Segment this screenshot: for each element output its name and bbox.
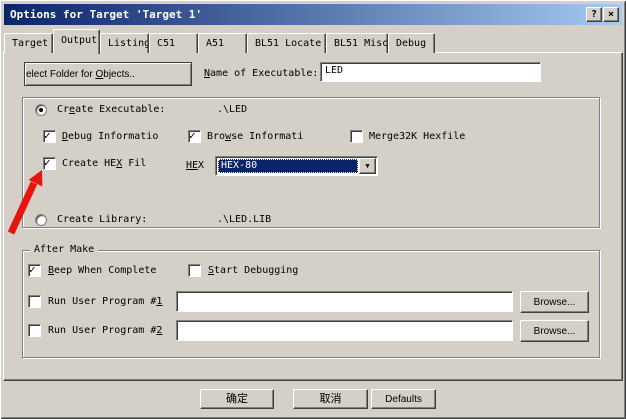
beep-when-complete-label[interactable]: Beep When Complete bbox=[48, 264, 156, 277]
tab-bl51-locate[interactable]: BL51 Locate bbox=[247, 33, 326, 53]
tab-listing[interactable]: Listing bbox=[100, 33, 149, 53]
start-debugging-label[interactable]: Start Debugging bbox=[208, 264, 298, 277]
browse-1-button[interactable]: Browse... bbox=[520, 291, 589, 313]
browse-information-checkbox[interactable]: ✓ bbox=[188, 130, 201, 143]
defaults-button[interactable]: Defaults bbox=[371, 389, 436, 409]
tab-strip: Target Output Listing C51 A51 BL51 Locat… bbox=[4, 28, 435, 53]
debug-information-checkbox[interactable]: ✓ bbox=[43, 130, 56, 143]
close-icon: × bbox=[608, 9, 614, 20]
name-of-executable-label: Name of Executable: bbox=[204, 67, 318, 80]
create-executable-radio[interactable] bbox=[35, 104, 47, 116]
hex-format-dropdown[interactable]: HEX-80 ▼ bbox=[215, 156, 378, 176]
check-icon: ✓ bbox=[44, 129, 51, 142]
run-user-program-2-label[interactable]: Run User Program #2 bbox=[48, 324, 162, 337]
run-user-program-2-checkbox[interactable]: ✓ bbox=[28, 324, 41, 337]
name-of-executable-input[interactable]: LED bbox=[320, 62, 541, 82]
hex-format-label: HEX bbox=[186, 159, 204, 172]
run-user-program-1-input[interactable] bbox=[176, 291, 513, 312]
start-debugging-checkbox[interactable]: ✓ bbox=[188, 264, 201, 277]
red-arrow-annotation bbox=[2, 163, 57, 241]
after-make-group-title: After Make bbox=[30, 243, 98, 256]
create-executable-path: .\LED bbox=[217, 103, 247, 116]
help-button[interactable]: ? bbox=[586, 7, 602, 22]
create-hex-file-label[interactable]: Create HEX Fil bbox=[62, 157, 146, 170]
dropdown-arrow-button[interactable]: ▼ bbox=[359, 158, 376, 174]
ok-button[interactable]: 确定 bbox=[200, 389, 274, 409]
tab-target[interactable]: Target bbox=[4, 33, 53, 53]
create-library-path: .\LED.LIB bbox=[217, 213, 271, 226]
run-user-program-1-checkbox[interactable]: ✓ bbox=[28, 295, 41, 308]
browse-2-button[interactable]: Browse... bbox=[520, 320, 589, 342]
close-button[interactable]: × bbox=[603, 7, 619, 22]
dialog-title: Options for Target 'Target 1' bbox=[10, 8, 202, 21]
tab-a51[interactable]: A51 bbox=[198, 33, 247, 53]
tab-debug[interactable]: Debug bbox=[388, 33, 435, 53]
chevron-down-icon: ▼ bbox=[365, 162, 369, 170]
merge32k-hexfile-checkbox[interactable]: ✓ bbox=[350, 130, 363, 143]
cancel-button[interactable]: 取消 bbox=[293, 389, 368, 409]
beep-when-complete-checkbox[interactable]: ✓ bbox=[28, 264, 41, 277]
title-bar: Options for Target 'Target 1' ? × bbox=[4, 4, 622, 25]
tab-output[interactable]: Output bbox=[53, 29, 100, 54]
debug-information-label[interactable]: Debug Informatio bbox=[62, 130, 158, 143]
select-folder-for-objects-button[interactable]: elect Folder for Objects.. bbox=[24, 62, 192, 86]
help-icon: ? bbox=[591, 9, 597, 20]
create-executable-label[interactable]: Create Executable: bbox=[57, 103, 165, 116]
hex-format-selected-value: HEX-80 bbox=[218, 159, 358, 173]
create-library-label[interactable]: Create Library: bbox=[57, 213, 147, 226]
run-user-program-2-input[interactable] bbox=[176, 320, 513, 341]
tab-c51[interactable]: C51 bbox=[149, 33, 198, 53]
tab-bl51-misc[interactable]: BL51 Misc bbox=[326, 33, 388, 53]
merge32k-hexfile-label[interactable]: Merge32K Hexfile bbox=[369, 130, 465, 143]
browse-information-label[interactable]: Browse Informati bbox=[207, 130, 303, 143]
check-icon: ✓ bbox=[29, 263, 36, 276]
options-for-target-dialog: Options for Target 'Target 1' ? × Target… bbox=[0, 0, 626, 419]
run-user-program-1-label[interactable]: Run User Program #1 bbox=[48, 295, 162, 308]
check-icon: ✓ bbox=[189, 129, 196, 142]
